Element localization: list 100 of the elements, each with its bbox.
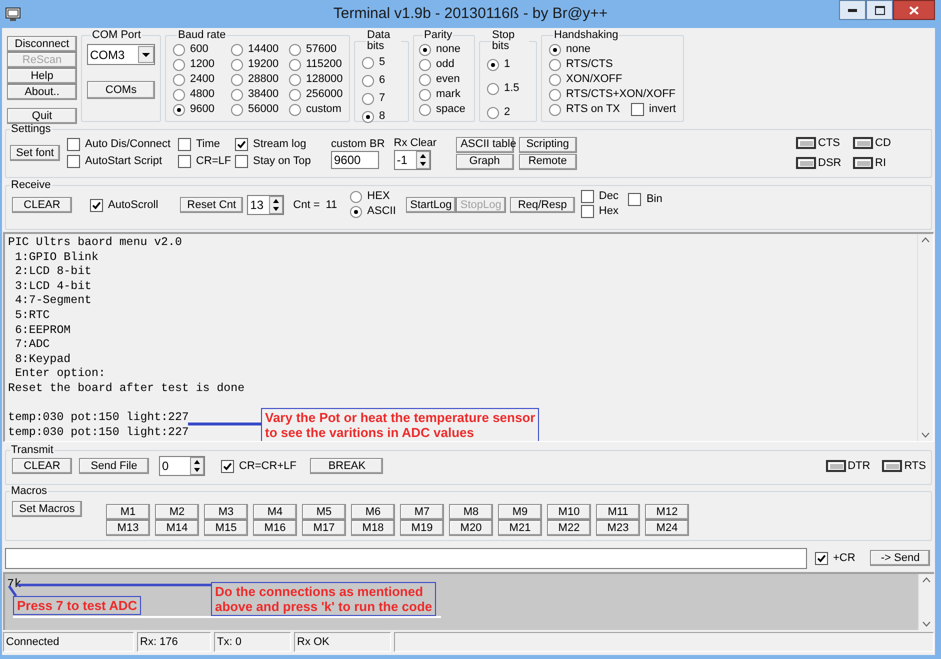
side-button[interactable]: Disconnect: [7, 36, 77, 52]
radio-button[interactable]: [419, 44, 431, 56]
macro-button[interactable]: M9: [498, 504, 542, 520]
reset-count-button[interactable]: Reset Cnt: [180, 197, 244, 213]
macro-button[interactable]: M15: [204, 520, 248, 536]
radio-button[interactable]: [487, 82, 499, 94]
macro-button[interactable]: M11: [596, 504, 640, 520]
spin-arrows-icon[interactable]: [416, 150, 430, 168]
radio-button[interactable]: [487, 58, 499, 70]
radio-button[interactable]: [231, 58, 243, 70]
radio-button[interactable]: [231, 104, 243, 116]
break-button[interactable]: BREAK: [310, 458, 384, 474]
checkbox[interactable]: [235, 138, 248, 151]
radio-button[interactable]: [289, 58, 301, 70]
radio-button[interactable]: [231, 44, 243, 56]
checkbox[interactable]: [90, 198, 103, 212]
macro-button[interactable]: M24: [645, 520, 689, 536]
scroll-down-icon[interactable]: [922, 621, 931, 627]
radio-button[interactable]: [173, 88, 185, 100]
radio-button[interactable]: [350, 190, 362, 202]
set-font-button[interactable]: Set font: [10, 145, 60, 161]
clear-button[interactable]: CLEAR: [12, 458, 72, 474]
side-button[interactable]: About..: [7, 84, 77, 100]
radio-button[interactable]: [231, 88, 243, 100]
radio-button[interactable]: [289, 104, 301, 116]
macro-button[interactable]: M22: [547, 520, 591, 536]
macro-button[interactable]: M7: [400, 504, 444, 520]
close-button[interactable]: [893, 0, 935, 20]
radio-button[interactable]: [289, 44, 301, 56]
spin-box[interactable]: 0: [159, 456, 205, 476]
settings-button[interactable]: Remote: [518, 154, 577, 170]
checkbox[interactable]: [67, 155, 80, 168]
settings-button[interactable]: Scripting: [518, 136, 577, 152]
radio-button[interactable]: [350, 206, 362, 218]
macro-button[interactable]: M8: [449, 504, 493, 520]
macro-button[interactable]: M21: [498, 520, 542, 536]
macro-button[interactable]: M18: [351, 520, 395, 536]
settings-button[interactable]: Graph: [456, 154, 514, 170]
spin-box[interactable]: -1: [394, 150, 431, 170]
radio-button[interactable]: [419, 58, 431, 70]
radio-button[interactable]: [419, 74, 431, 86]
send-button[interactable]: -> Send: [870, 550, 930, 566]
macro-button[interactable]: M13: [106, 520, 150, 536]
spin-arrows-icon[interactable]: [190, 457, 204, 475]
send-input-field[interactable]: [5, 548, 807, 568]
macro-button[interactable]: M12: [645, 504, 689, 520]
macro-button[interactable]: M19: [400, 520, 444, 536]
radio-button[interactable]: [173, 104, 185, 116]
maximize-button[interactable]: [866, 0, 893, 20]
checkbox[interactable]: [235, 155, 248, 168]
radio-button[interactable]: [549, 104, 561, 116]
scroll-down-icon[interactable]: [921, 432, 930, 438]
radio-button[interactable]: [231, 74, 243, 86]
checkbox[interactable]: [178, 155, 191, 168]
clear-button[interactable]: CLEAR: [12, 197, 72, 213]
start-log-button[interactable]: StartLog: [406, 197, 456, 213]
macro-button[interactable]: M2: [155, 504, 199, 520]
checkbox[interactable]: [221, 460, 234, 472]
macro-button[interactable]: M20: [449, 520, 493, 536]
radio-button[interactable]: [362, 92, 374, 104]
radio-button[interactable]: [549, 74, 561, 86]
radio-button[interactable]: [419, 104, 431, 116]
radio-button[interactable]: [173, 58, 185, 70]
radio-button[interactable]: [549, 44, 561, 56]
custom-baud-field[interactable]: 9600: [331, 150, 379, 168]
side-button[interactable]: Quit: [7, 108, 77, 124]
radio-button[interactable]: [487, 106, 499, 118]
set-macros-button[interactable]: Set Macros: [12, 501, 82, 517]
radio-button[interactable]: [289, 88, 301, 100]
checkbox[interactable]: [628, 192, 642, 206]
scroll-up-icon[interactable]: [921, 237, 930, 243]
radio-button[interactable]: [173, 74, 185, 86]
send-file-button[interactable]: Send File: [79, 458, 149, 474]
minimize-button[interactable]: [839, 0, 866, 20]
coms-button[interactable]: COMs: [87, 81, 155, 99]
radio-button[interactable]: [289, 74, 301, 86]
macro-button[interactable]: M16: [253, 520, 297, 536]
radio-button[interactable]: [419, 88, 431, 100]
macro-button[interactable]: M6: [351, 504, 395, 520]
macro-button[interactable]: M3: [204, 504, 248, 520]
com-port-dropdown[interactable]: COM3: [87, 44, 155, 65]
settings-button[interactable]: ASCII table: [456, 136, 514, 152]
radio-button[interactable]: [173, 44, 185, 56]
spin-box[interactable]: 13: [247, 195, 284, 215]
checkbox[interactable]: [67, 138, 80, 151]
checkbox[interactable]: [580, 205, 594, 218]
macro-button[interactable]: M23: [596, 520, 640, 536]
spin-arrows-icon[interactable]: [269, 196, 284, 214]
req-resp-button[interactable]: Req/Resp: [510, 197, 575, 213]
macro-button[interactable]: M10: [547, 504, 591, 520]
radio-button[interactable]: [362, 56, 374, 68]
macro-button[interactable]: M4: [253, 504, 297, 520]
macro-button[interactable]: M14: [155, 520, 199, 536]
checkbox[interactable]: [815, 552, 828, 564]
scroll-up-icon[interactable]: [922, 577, 931, 583]
checkbox[interactable]: [580, 190, 594, 203]
side-button[interactable]: Help: [7, 68, 77, 84]
macro-button[interactable]: M5: [302, 504, 346, 520]
checkbox[interactable]: [178, 138, 191, 151]
macro-button[interactable]: M17: [302, 520, 346, 536]
